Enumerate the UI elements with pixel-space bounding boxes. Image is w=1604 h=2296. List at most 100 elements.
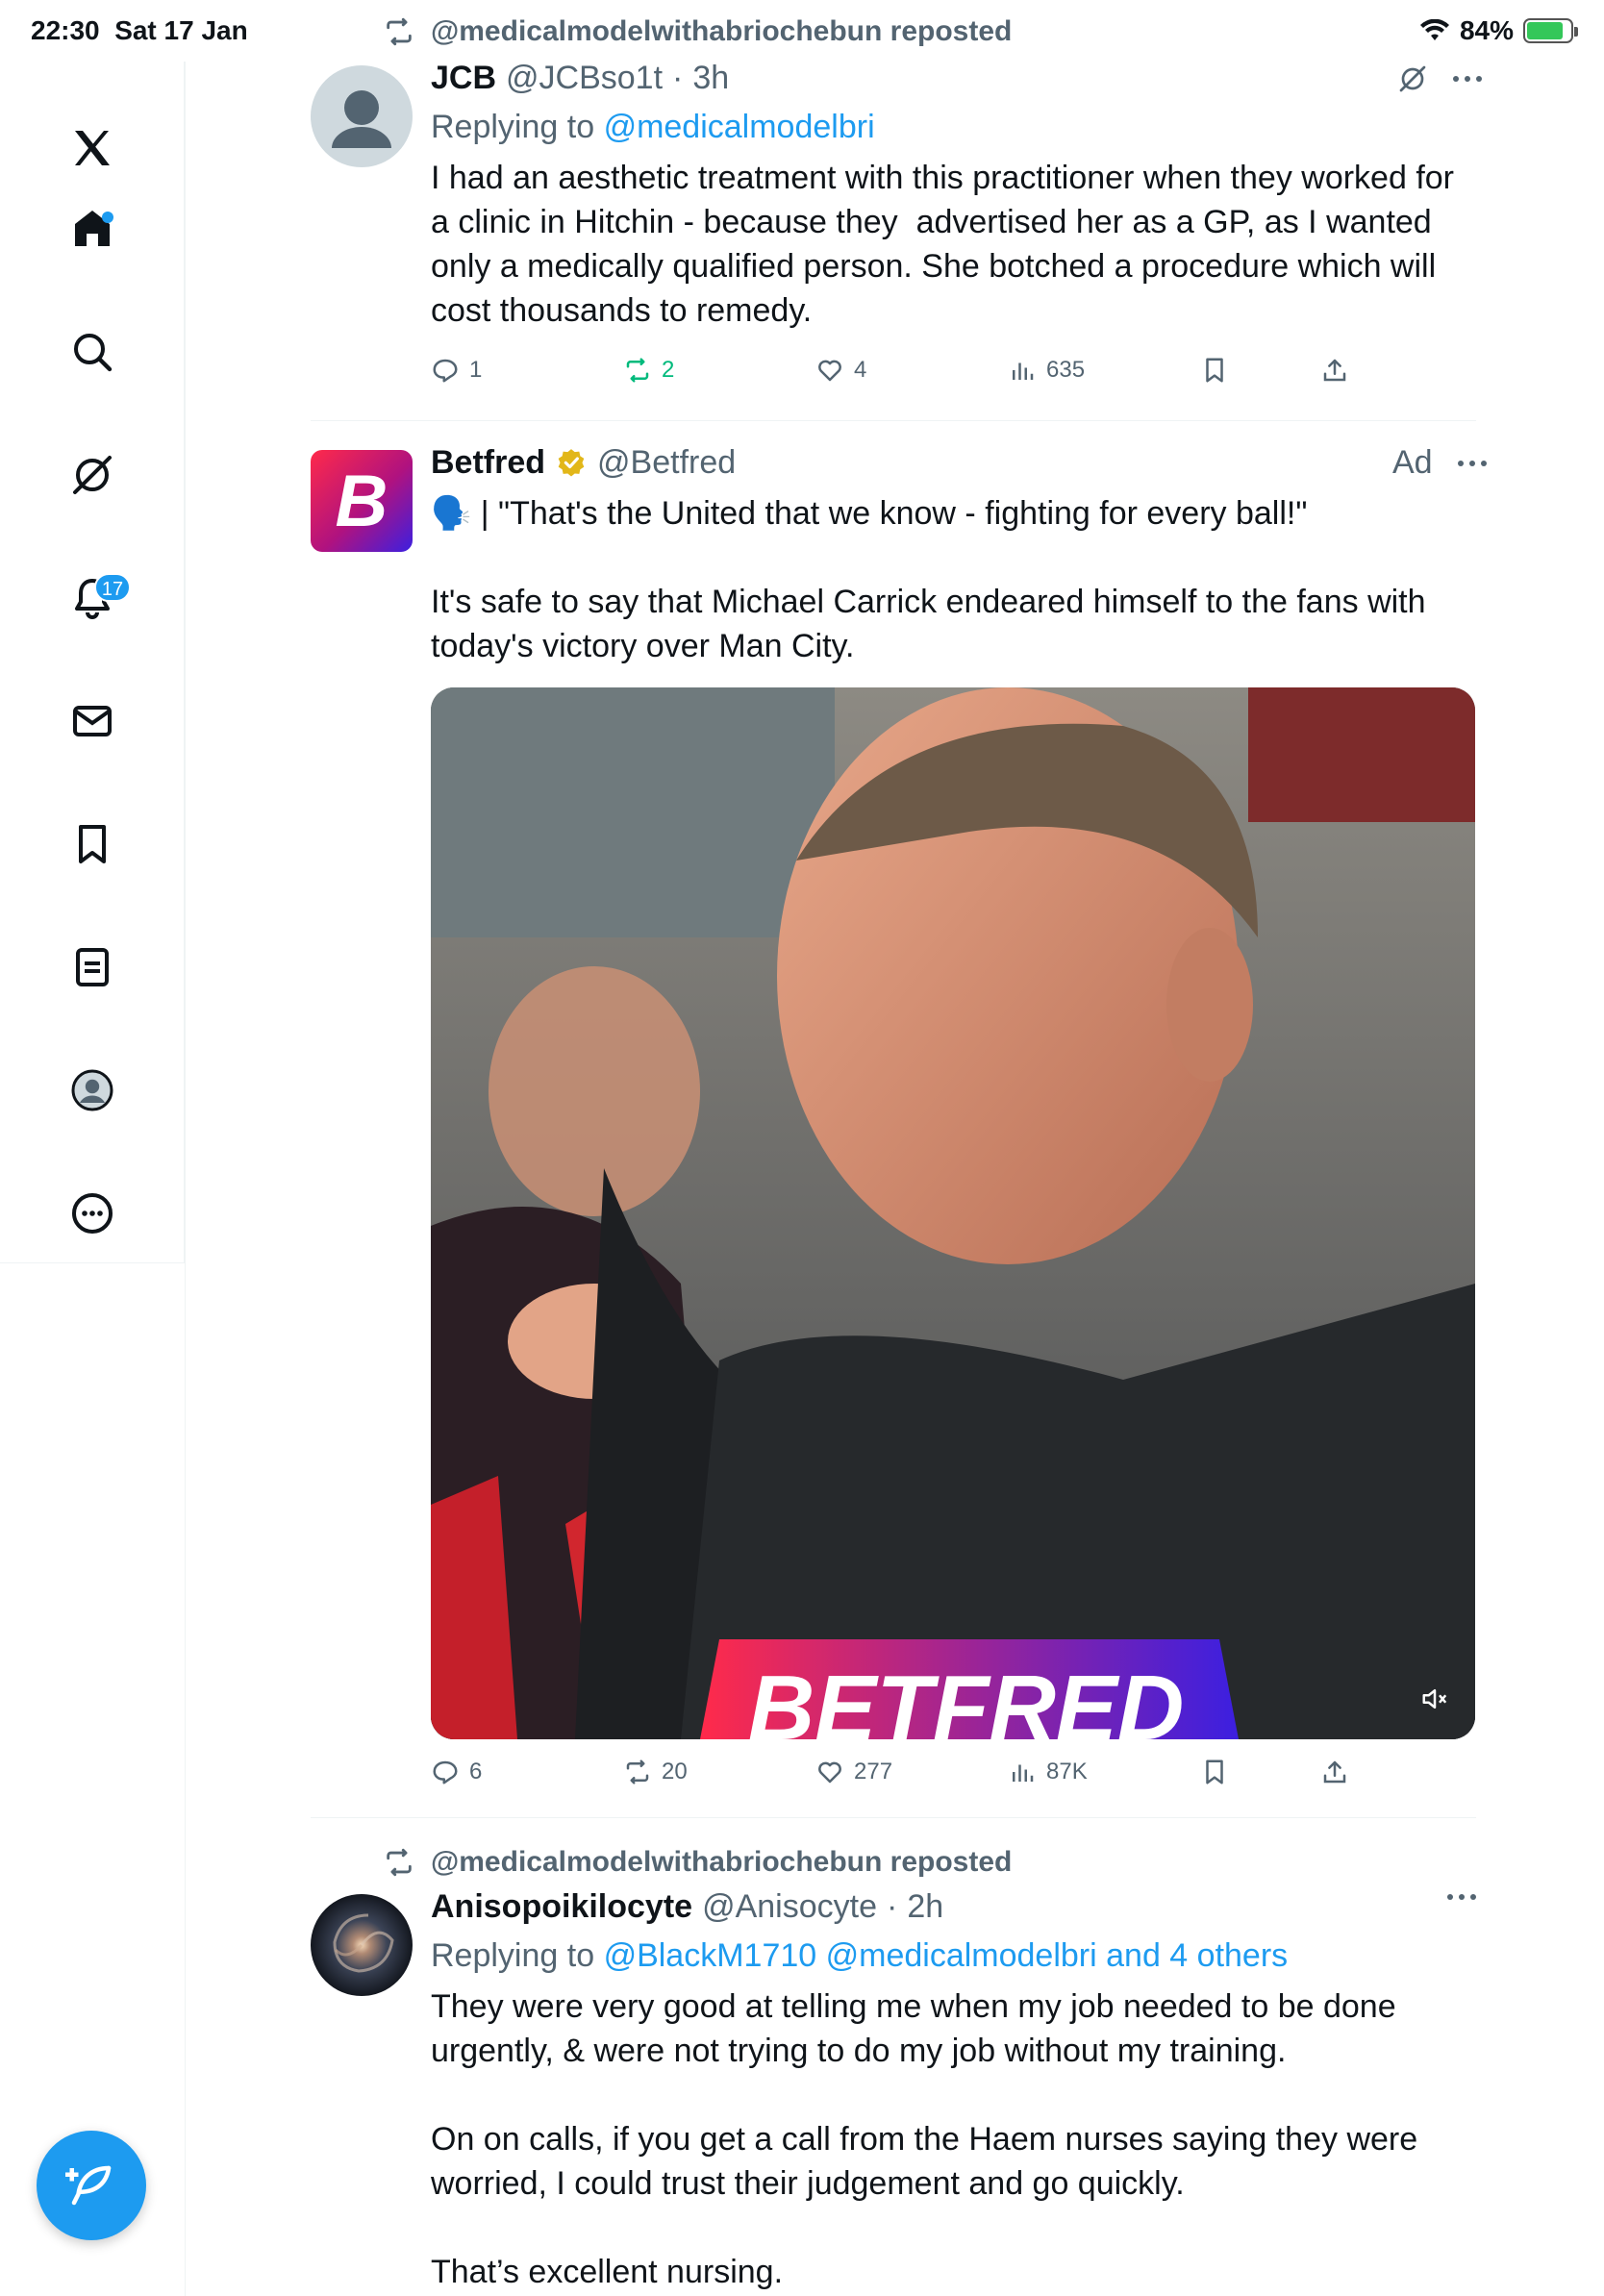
replying-to: Replying to @BlackM1710 @medicalmodelbri…	[431, 1937, 1475, 1975]
tweet-menu	[1397, 63, 1484, 94]
notifications-badge: 17	[94, 573, 131, 602]
profile-icon[interactable]	[54, 1052, 131, 1129]
ad-menu: Ad	[1392, 444, 1489, 482]
handle[interactable]: @Anisocyte	[702, 1888, 877, 1926]
display-name[interactable]: Betfred	[431, 444, 545, 482]
share-icon	[1323, 359, 1346, 382]
views-button[interactable]: 87K	[1008, 1758, 1088, 1786]
video-player[interactable]: BETFRED	[431, 687, 1475, 1739]
repost-count: 2	[662, 357, 675, 383]
views-icon	[1013, 362, 1034, 380]
tweet-text: I had an aesthetic treatment with this p…	[431, 160, 1464, 329]
repost-indicator[interactable]: @medicalmodelwithabriochebun reposted	[383, 1846, 1012, 1879]
tweet-header: Anisopoikilocyte @Anisocyte · 2h	[431, 1888, 1475, 1926]
view-count: 87K	[1046, 1759, 1088, 1784]
tweet-divider	[311, 420, 1476, 421]
muted-speaker-icon	[1422, 1689, 1447, 1709]
like-count: 4	[854, 357, 867, 383]
x-logo-icon[interactable]	[54, 110, 131, 187]
avatar-letter: B	[335, 460, 388, 542]
lists-icon[interactable]	[54, 929, 131, 1006]
notifications-icon[interactable]: 17	[54, 560, 131, 636]
bookmark-icon	[1206, 1759, 1223, 1784]
heart-icon	[818, 360, 841, 382]
timeline: @medicalmodelwithabriochebun reposted JC…	[186, 0, 1604, 2296]
handle[interactable]: @Betfred	[597, 444, 736, 482]
search-icon[interactable]	[54, 313, 131, 390]
more-options-icon[interactable]	[1456, 459, 1489, 468]
tweet-divider	[311, 1817, 1476, 1818]
heart-icon	[818, 1761, 841, 1784]
bookmark-button[interactable]	[1200, 1758, 1229, 1786]
repost-label: @medicalmodelwithabriochebun reposted	[431, 1846, 1013, 1878]
sidebar: 17	[0, 62, 185, 1263]
display-name[interactable]: JCB	[431, 60, 496, 97]
view-count: 635	[1046, 357, 1086, 383]
tweet-header: Betfred @Betfred	[431, 444, 1475, 482]
reply-count: 6	[469, 1759, 483, 1784]
messages-icon[interactable]	[54, 683, 131, 760]
replying-prefix: Replying to	[431, 1937, 595, 1974]
home-unread-dot	[102, 212, 113, 223]
repost-label: @medicalmodelwithabriochebun reposted	[431, 15, 1013, 47]
repost-count: 20	[662, 1759, 688, 1784]
share-icon	[1323, 1760, 1346, 1784]
tweet-header: JCB @JCBso1t · 3h	[431, 60, 1475, 97]
tweet-body: Anisopoikilocyte @Anisocyte · 2h Replyin…	[431, 1888, 1475, 2294]
betfred-avatar[interactable]: B	[311, 450, 413, 552]
like-button[interactable]: 4	[815, 356, 866, 385]
separator: ·	[886, 1888, 898, 1925]
bookmarks-icon[interactable]	[54, 806, 131, 883]
video-frame: BETFRED	[431, 687, 1475, 1739]
avatar[interactable]	[311, 65, 413, 167]
views-icon	[1013, 1764, 1034, 1782]
compose-feather-icon	[65, 2165, 112, 2206]
reply-icon	[433, 1760, 458, 1784]
views-button[interactable]: 635	[1008, 356, 1085, 385]
video-banner-text: BETFRED	[748, 1657, 1184, 1739]
tweet-menu	[1445, 1892, 1478, 1902]
replying-to-link[interactable]: @medicalmodelbri	[604, 109, 875, 145]
bookmark-button[interactable]	[1200, 356, 1229, 385]
repost-button[interactable]: 2	[623, 356, 674, 385]
like-count: 277	[854, 1759, 893, 1784]
home-icon[interactable]	[54, 190, 131, 267]
verified-badge-icon	[558, 448, 585, 476]
share-button[interactable]	[1320, 356, 1349, 385]
clock: 22:30	[31, 15, 100, 45]
mute-button[interactable]	[1416, 1680, 1454, 1718]
repost-icon	[387, 17, 412, 46]
replying-to: Replying to @medicalmodelbri	[431, 109, 1475, 146]
grok-icon[interactable]	[1397, 63, 1428, 94]
compose-button[interactable]	[37, 2131, 146, 2240]
reply-count: 1	[469, 357, 483, 383]
display-name[interactable]: Anisopoikilocyte	[431, 1888, 692, 1926]
repost-indicator[interactable]: @medicalmodelwithabriochebun reposted	[383, 15, 1012, 48]
replying-prefix: Replying to	[431, 109, 595, 145]
repost-button[interactable]: 20	[623, 1758, 688, 1786]
timestamp[interactable]: 2h	[907, 1888, 943, 1926]
replying-to-link[interactable]: @BlackM1710 @medicalmodelbri and 4 other…	[604, 1937, 1289, 1974]
tweet-body: JCB @JCBso1t · 3h Replying to @medicalmo…	[431, 60, 1475, 333]
handle[interactable]: @JCBso1t	[506, 60, 663, 97]
grok-icon[interactable]	[54, 437, 131, 513]
default-avatar-icon	[332, 90, 391, 148]
timestamp[interactable]: 3h	[692, 60, 729, 97]
reply-button[interactable]: 1	[431, 356, 482, 385]
repost-icon	[626, 358, 649, 383]
repost-icon	[387, 1848, 412, 1877]
reply-button[interactable]: 6	[431, 1758, 482, 1786]
separator: ·	[672, 60, 684, 96]
galaxy-avatar[interactable]	[311, 1894, 413, 1996]
ad-label: Ad	[1392, 444, 1433, 481]
more-options-icon[interactable]	[1445, 1892, 1478, 1902]
reply-icon	[433, 359, 458, 383]
tweet-text: 🗣️ | "That's the United that we know - f…	[431, 495, 1426, 664]
share-button[interactable]	[1320, 1758, 1349, 1786]
like-button[interactable]: 277	[815, 1758, 892, 1786]
tweet-text: They were very good at telling me when m…	[431, 1988, 1418, 2290]
bookmark-icon	[1206, 358, 1223, 383]
more-icon[interactable]	[54, 1175, 131, 1252]
more-options-icon[interactable]	[1451, 74, 1484, 84]
galaxy-image	[333, 1913, 394, 1973]
